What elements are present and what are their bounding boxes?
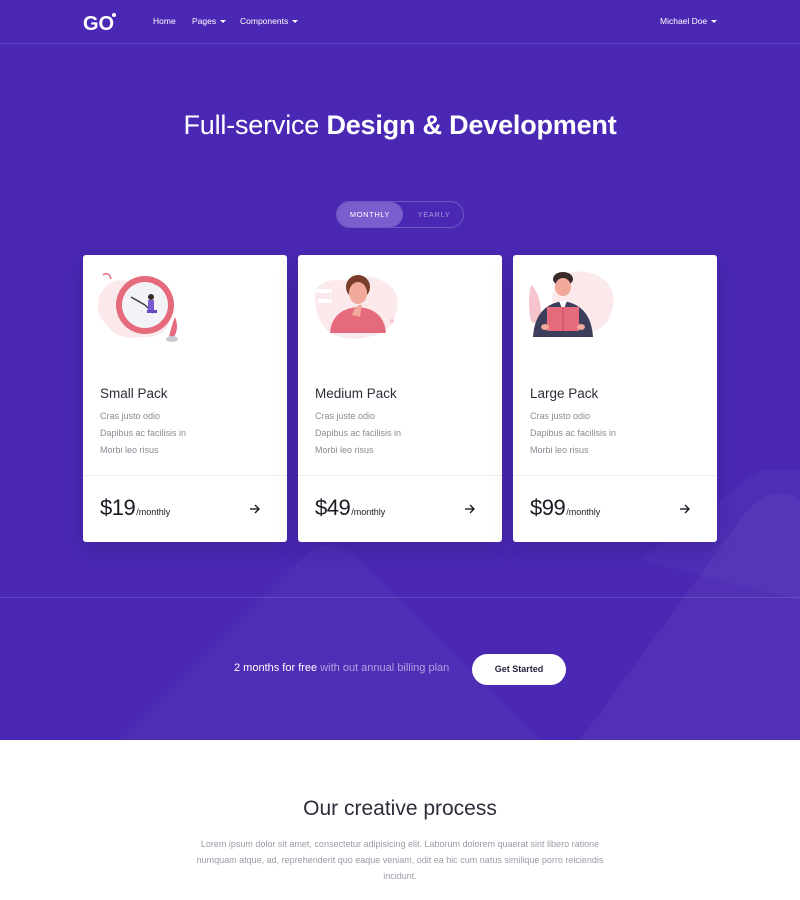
hero-title-bold: Design & Development <box>326 110 617 140</box>
hero-section: GO Home Pages Components Michael Doe Ful… <box>0 0 800 740</box>
thinking-person-illustration <box>315 275 398 339</box>
user-menu[interactable]: Michael Doe <box>660 16 718 26</box>
nav-home-label: Home <box>153 16 176 26</box>
user-name: Michael Doe <box>660 16 708 26</box>
chevron-down-icon <box>220 19 227 23</box>
plan-card-medium: Medium Pack Cras juste odio Dapibus ac f… <box>298 255 502 542</box>
plan-feature: Morbi leo risus <box>530 445 589 455</box>
arrow-right-icon[interactable] <box>464 503 476 515</box>
nav-pages-label: Pages <box>192 16 217 26</box>
plan-price: $19 /monthly <box>100 495 170 521</box>
card-divider <box>513 475 717 476</box>
price-amount: $49 <box>315 495 351 520</box>
clock-illustration <box>98 272 178 342</box>
plan-name: Large Pack <box>530 386 599 401</box>
nav-components[interactable]: Components <box>240 16 299 26</box>
nav-pages[interactable]: Pages <box>192 16 227 26</box>
nav-home[interactable]: Home <box>153 16 176 26</box>
card-divider <box>298 475 502 476</box>
plan-feature: Morbi leo risus <box>315 445 374 455</box>
process-title: Our creative process <box>303 797 497 820</box>
price-period: /monthly <box>566 507 601 517</box>
nav-components-label: Components <box>240 16 289 26</box>
billing-offer-text: 2 months for free with out annual billin… <box>234 662 449 674</box>
plan-price: $99 /monthly <box>530 495 600 521</box>
plan-feature: Cras justo odio <box>100 411 161 421</box>
billing-offer-rest: with out annual billing plan <box>317 662 450 674</box>
price-amount: $19 <box>100 495 136 520</box>
plan-name: Small Pack <box>100 386 168 401</box>
plan-card-large: Large Pack Cras justo odio Dapibus ac fa… <box>513 255 717 542</box>
plan-price: $49 /monthly <box>315 495 385 521</box>
hero-title: Full-service Design & Development <box>0 110 800 141</box>
plan-feature: Dapibus ac facilisis in <box>315 428 402 438</box>
go-logo[interactable]: GO <box>83 10 123 34</box>
plan-card-small: Small Pack Cras justo odio Dapibus ac fa… <box>83 255 287 542</box>
toggle-monthly[interactable]: MONTHLY <box>337 202 403 227</box>
plan-feature: Cras justo odio <box>530 411 591 421</box>
reading-person-illustration <box>529 271 614 337</box>
chevron-down-icon <box>292 19 299 23</box>
arrow-right-icon[interactable] <box>249 503 261 515</box>
price-amount: $99 <box>530 495 566 520</box>
navbar: GO Home Pages Components Michael Doe <box>0 0 800 44</box>
arrow-right-icon[interactable] <box>679 503 691 515</box>
plan-feature: Morbi leo risus <box>100 445 159 455</box>
billing-toggle: MONTHLY YEARLY <box>336 201 464 228</box>
get-started-button[interactable]: Get Started <box>472 654 566 685</box>
hero-title-light: Full-service <box>183 110 320 140</box>
chevron-down-icon <box>711 19 718 23</box>
price-period: /monthly <box>351 507 386 517</box>
plan-feature: Dapibus ac facilisis in <box>100 428 187 438</box>
section-divider <box>0 597 800 598</box>
toggle-yearly[interactable]: YEARLY <box>403 202 465 227</box>
svg-text:GO: GO <box>83 13 114 34</box>
plan-name: Medium Pack <box>315 386 397 401</box>
card-divider <box>83 475 287 476</box>
plan-feature: Dapibus ac facilisis in <box>530 428 617 438</box>
process-description: Lorem ipsum dolor sit amet, consectetur … <box>196 839 604 881</box>
plan-feature: Cras juste odio <box>315 411 376 421</box>
billing-offer-highlight: 2 months for free <box>234 662 318 674</box>
price-period: /monthly <box>136 507 171 517</box>
